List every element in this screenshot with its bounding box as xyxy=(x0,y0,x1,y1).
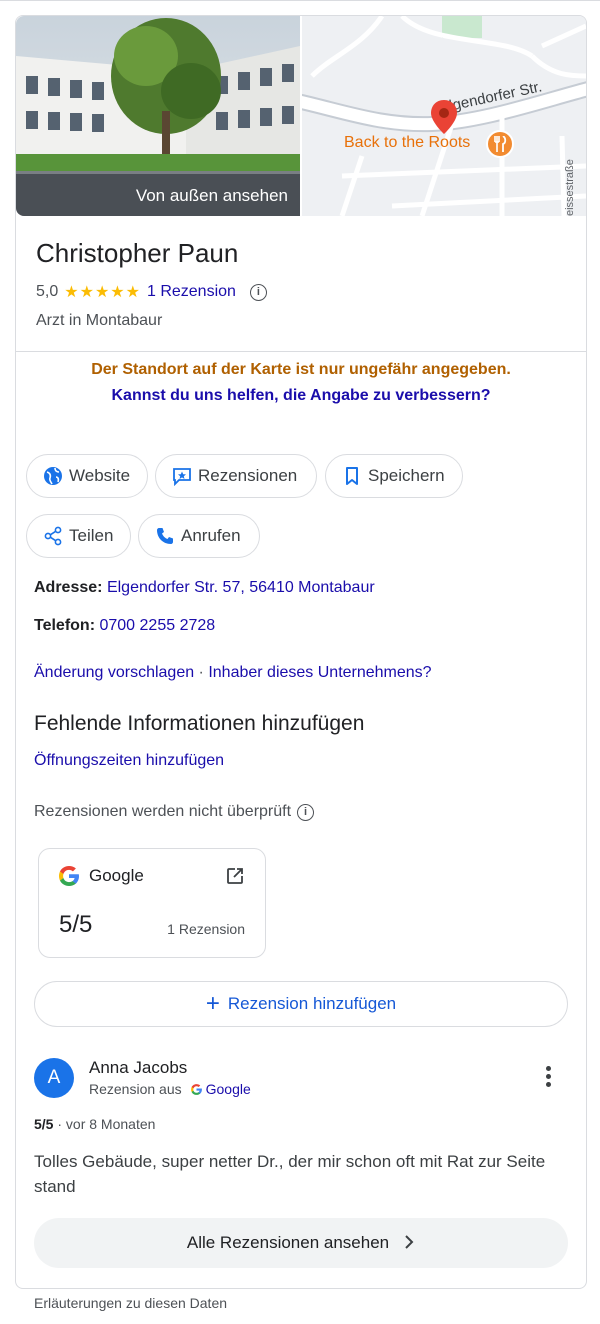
reviewer-name[interactable]: Anna Jacobs xyxy=(89,1058,187,1078)
suggest-edit-link[interactable]: Änderung vorschlagen xyxy=(34,664,194,681)
save-label: Speichern xyxy=(368,466,445,485)
review-source-card[interactable]: Google 5/5 1 Rezension xyxy=(38,848,266,958)
star-rating-icon: ★★★★★ xyxy=(64,284,141,301)
section-divider xyxy=(16,351,586,352)
phone-row: Telefon: 0700 2255 2728 xyxy=(34,617,215,635)
phone-icon xyxy=(157,528,173,544)
all-reviews-button[interactable]: Alle Rezensionen ansehen xyxy=(34,1218,568,1268)
phone-label: Telefon: xyxy=(34,617,96,634)
business-panel: Von außen ansehen Elgendorfer Str. Back … xyxy=(15,15,587,1289)
open-external-icon[interactable] xyxy=(225,866,245,886)
location-map[interactable]: Elgendorfer Str. Back to the Roots eisse… xyxy=(302,16,586,216)
add-hours-link[interactable]: Öffnungszeiten hinzufügen xyxy=(34,752,224,770)
save-button[interactable]: Speichern xyxy=(325,454,463,498)
edit-links-row: Änderung vorschlagen · Inhaber dieses Un… xyxy=(34,664,432,682)
rating-row: 5,0 ★★★★★ 1 Rezension i xyxy=(36,282,267,302)
business-name: Christopher Paun xyxy=(36,238,239,268)
more-options-icon[interactable] xyxy=(546,1066,552,1090)
review-from-label: Rezension aus xyxy=(89,1081,182,1097)
improve-location-link[interactable]: Kannst du uns helfen, die Angabe zu verb… xyxy=(16,387,586,405)
address-row: Adresse: Elgendorfer Str. 57, 56410 Mont… xyxy=(34,579,375,597)
share-icon xyxy=(44,526,62,546)
street-view-photo[interactable]: Von außen ansehen xyxy=(16,16,300,216)
review-source-score: 5/5 xyxy=(59,911,93,938)
address-link[interactable]: Elgendorfer Str. 57, 56410 Montabaur xyxy=(107,579,375,596)
address-label: Adresse: xyxy=(34,579,103,596)
location-warning: Der Standort auf der Karte ist nur ungef… xyxy=(91,361,511,378)
business-category: Arzt in Montabaur xyxy=(36,312,163,329)
google-logo-icon xyxy=(59,866,79,886)
map-poi-label: Back to the Roots xyxy=(344,134,471,151)
phone-link[interactable]: 0700 2255 2728 xyxy=(99,617,215,634)
restaurant-icon xyxy=(486,130,514,158)
avatar[interactable]: A xyxy=(34,1058,74,1098)
review-meta: 5/5 · vor 8 Monaten xyxy=(34,1116,155,1132)
share-label: Teilen xyxy=(69,526,114,545)
plus-icon: + xyxy=(205,990,220,1017)
call-label: Anrufen xyxy=(181,526,241,545)
info-icon[interactable]: i xyxy=(249,283,267,301)
review-source-line: Rezension aus Google xyxy=(89,1081,251,1097)
reviews-disclaimer-text: Rezensionen werden nicht überprüft xyxy=(34,803,292,820)
reviews-button[interactable]: Rezensionen xyxy=(155,454,317,498)
review-age: vor 8 Monaten xyxy=(65,1116,156,1132)
review-text: Tolles Gebäude, super netter Dr., der mi… xyxy=(34,1152,546,1196)
info-icon[interactable]: i xyxy=(297,803,315,821)
owner-link[interactable]: Inhaber dieses Unternehmens? xyxy=(208,664,431,681)
chevron-right-icon xyxy=(403,1232,415,1255)
map-side-street-label: eissestraße xyxy=(564,159,576,216)
top-divider xyxy=(0,0,600,1)
rating-value: 5,0 xyxy=(36,283,59,300)
website-label: Website xyxy=(69,466,131,485)
review-source-name: Google xyxy=(89,866,144,885)
data-explanation-link[interactable]: Erläuterungen zu diesen Daten xyxy=(34,1295,227,1311)
missing-info-title: Fehlende Informationen hinzufügen xyxy=(34,712,365,735)
bookmark-icon xyxy=(346,467,358,485)
all-reviews-label: Alle Rezensionen ansehen xyxy=(186,1233,390,1252)
website-button[interactable]: Website xyxy=(26,454,148,498)
add-review-button[interactable]: + Rezension hinzufügen xyxy=(34,981,568,1027)
globe-icon xyxy=(44,467,62,485)
google-logo-icon xyxy=(190,1083,202,1095)
reviews-label: Rezensionen xyxy=(198,466,298,485)
add-review-label: Rezension hinzufügen xyxy=(227,994,397,1013)
review-score: 5/5 xyxy=(34,1116,54,1132)
reviews-disclaimer: Rezensionen werden nicht überprüft i xyxy=(34,803,315,821)
review-icon xyxy=(173,468,191,486)
hero-media: Von außen ansehen Elgendorfer Str. Back … xyxy=(16,16,586,216)
link-separator: · xyxy=(194,664,209,681)
reviews-count-link[interactable]: 1 Rezension xyxy=(147,283,236,301)
street-view-label: Von außen ansehen xyxy=(135,186,288,205)
share-button[interactable]: Teilen xyxy=(26,514,131,558)
call-button[interactable]: Anrufen xyxy=(138,514,260,558)
review-from-source-link[interactable]: Google xyxy=(206,1081,251,1097)
review-meta-separator: · xyxy=(53,1116,66,1132)
review-source-count: 1 Rezension xyxy=(167,921,245,937)
